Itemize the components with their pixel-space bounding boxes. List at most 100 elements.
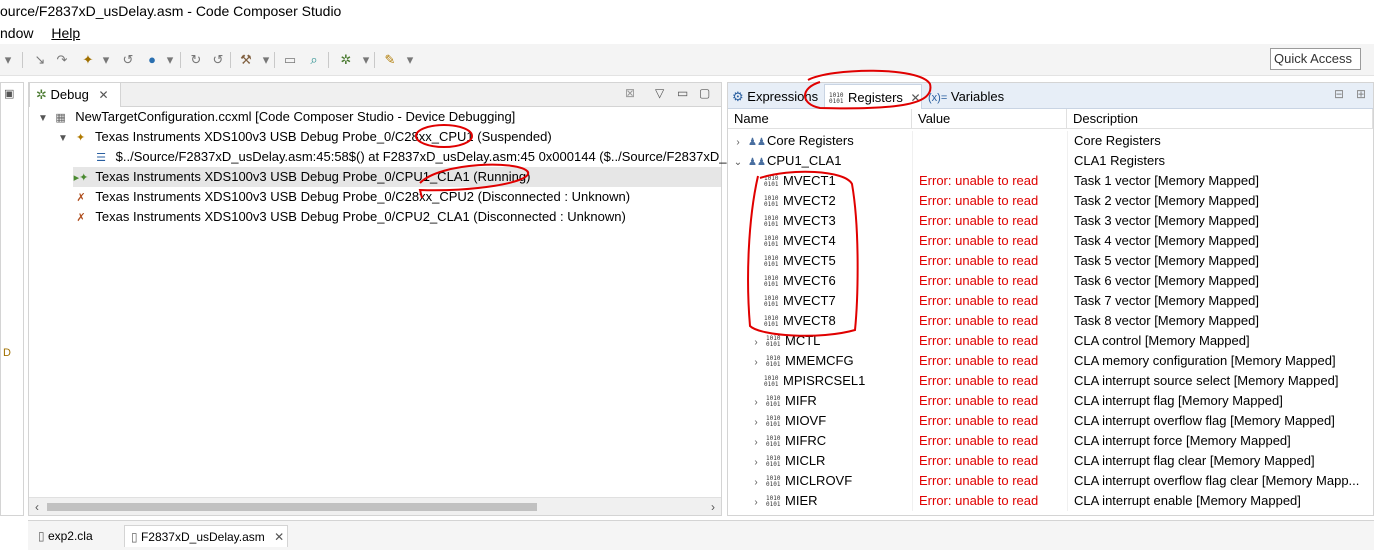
scroll-left-icon[interactable]: ‹ (29, 498, 45, 516)
step-into-icon[interactable]: ↘ (32, 52, 48, 68)
register-value[interactable] (912, 151, 1067, 171)
editor-tab-usdelay[interactable]: ▯ F2837xD_usDelay.asm ✕ (124, 525, 288, 547)
register-row[interactable]: 1010 0101 MPISRCSEL1 Error: unable to read C… (728, 371, 1373, 391)
expand-icon[interactable]: › (750, 433, 762, 451)
register-value[interactable]: Error: unable to read (912, 231, 1067, 251)
column-header-description[interactable]: Description (1067, 109, 1373, 129)
toolbar-dropdown-icon[interactable]: ▾ (0, 52, 16, 68)
register-row[interactable]: 1010 0101 MVECT4 Error: unable to read Task … (728, 231, 1373, 251)
register-value[interactable]: Error: unable to read (912, 491, 1067, 511)
load-program-icon[interactable]: ● (144, 52, 160, 68)
register-value[interactable]: Error: unable to read (912, 311, 1067, 331)
tab-debug[interactable]: ✲ Debug ✕ (29, 83, 121, 107)
register-row[interactable]: 1010 0101 MVECT8 Error: unable to read Task … (728, 311, 1373, 331)
register-row[interactable]: › 1010 0101 MIER Error: unable to read CLA in… (728, 491, 1373, 511)
close-icon[interactable]: ✕ (911, 91, 921, 105)
search-icon[interactable]: ⌕ (306, 52, 322, 68)
flash-icon[interactable]: ✎ (382, 52, 398, 68)
minimize-icon[interactable]: ▭ (677, 86, 688, 100)
tree-row-cla1[interactable]: ▸✦ Texas Instruments XDS100v3 USB Debug … (73, 167, 721, 187)
scrollbar-thumb[interactable] (47, 503, 537, 511)
tree-row-cpu2[interactable]: ✗ Texas Instruments XDS100v3 USB Debug P… (73, 187, 630, 207)
close-icon[interactable]: ✕ (274, 530, 284, 544)
expand-icon[interactable]: › (750, 393, 762, 411)
tree-row-cpu1[interactable]: ▼ ✦ Texas Instruments XDS100v3 USB Debug… (57, 127, 552, 147)
register-row[interactable]: 1010 0101 MVECT1 Error: unable to read Task … (728, 171, 1373, 191)
tab-expressions[interactable]: ⚙ Expressions (728, 84, 822, 109)
register-value[interactable]: Error: unable to read (912, 211, 1067, 231)
step-over-icon[interactable]: ↷ (54, 52, 70, 68)
expand-icon[interactable]: › (732, 133, 744, 151)
register-row[interactable]: 1010 0101 MVECT3 Error: unable to read Task … (728, 211, 1373, 231)
tab-registers[interactable]: 1010 0101 Registers ✕ (824, 84, 922, 109)
collapse-icon[interactable]: ▼ (57, 129, 69, 149)
expand-icon[interactable]: › (750, 493, 762, 511)
register-row[interactable]: › 1010 0101 MICLROVF Error: unable to read CL… (728, 471, 1373, 491)
register-value[interactable]: Error: unable to read (912, 191, 1067, 211)
tree-row-stack-frame[interactable]: ☰ $../Source/F2837xD_usDelay.asm:45:58$(… (93, 147, 750, 167)
view-menu-icon[interactable]: ▽ (655, 86, 664, 100)
connect-icon[interactable]: ✦ (80, 52, 96, 68)
expand-icon[interactable]: › (750, 473, 762, 491)
register-value[interactable]: Error: unable to read (912, 351, 1067, 371)
debug-bug-icon[interactable]: ✲ (338, 52, 354, 68)
register-row[interactable]: › ♟♟Core Registers Core Registers (728, 131, 1373, 151)
register-value[interactable]: Error: unable to read (912, 391, 1067, 411)
register-row[interactable]: › 1010 0101 MIFR Error: unable to read CLA in… (728, 391, 1373, 411)
register-row[interactable]: 1010 0101 MVECT2 Error: unable to read Task … (728, 191, 1373, 211)
register-value[interactable]: Error: unable to read (912, 171, 1067, 191)
register-row[interactable]: › 1010 0101 MIFRC Error: unable to read CLA i… (728, 431, 1373, 451)
horizontal-scrollbar[interactable]: ‹ › (29, 497, 721, 515)
collapse-icon[interactable]: ▼ (37, 109, 49, 129)
register-value[interactable]: Error: unable to read (912, 471, 1067, 491)
register-value[interactable]: Error: unable to read (912, 431, 1067, 451)
dropdown-icon[interactable]: ▾ (98, 52, 114, 68)
dropdown-icon-2[interactable]: ▾ (162, 52, 178, 68)
quick-access-field[interactable]: Quick Access (1270, 48, 1361, 70)
tree-row-target-config[interactable]: ▼ ▦ NewTargetConfiguration.ccxml [Code C… (37, 107, 515, 127)
register-value[interactable] (912, 131, 1067, 151)
register-row[interactable]: 1010 0101 MVECT7 Error: unable to read Task … (728, 291, 1373, 311)
menu-help[interactable]: Help (51, 25, 80, 41)
register-row[interactable]: › 1010 0101 MCTL Error: unable to read CLA co… (728, 331, 1373, 351)
collapse-icon[interactable]: ⌄ (732, 153, 744, 171)
tree-row-cpu2-cla1[interactable]: ✗ Texas Instruments XDS100v3 USB Debug P… (73, 207, 625, 227)
reset-icon[interactable]: ↺ (120, 52, 136, 68)
open-perspective-icon[interactable]: ▭ (282, 52, 298, 68)
suspend-icon[interactable]: ↺ (210, 52, 226, 68)
tab-variables[interactable]: (x)= Variables (924, 84, 1014, 109)
column-header-name[interactable]: Name (728, 109, 912, 129)
register-value[interactable]: Error: unable to read (912, 451, 1067, 471)
register-row[interactable]: 1010 0101 MVECT6 Error: unable to read Task … (728, 271, 1373, 291)
dropdown-icon-4[interactable]: ▾ (358, 52, 374, 68)
register-value[interactable]: Error: unable to read (912, 251, 1067, 271)
collapse-all-icon[interactable]: ⊟ (1334, 87, 1344, 101)
register-value[interactable]: Error: unable to read (912, 271, 1067, 291)
dropdown-icon-5[interactable]: ▾ (402, 52, 418, 68)
register-row[interactable]: › 1010 0101 MIOVF Error: unable to read CLA i… (728, 411, 1373, 431)
close-icon[interactable]: ✕ (98, 88, 108, 102)
register-row[interactable]: ⌄ ♟♟CPU1_CLA1 CLA1 Registers (728, 151, 1373, 171)
register-value[interactable]: Error: unable to read (912, 371, 1067, 391)
menu-window[interactable]: ndow (0, 25, 33, 41)
expand-icon[interactable]: › (750, 453, 762, 471)
view-menu-icon[interactable]: ⊞ (1356, 87, 1366, 101)
maximize-icon[interactable]: ▢ (699, 86, 710, 100)
dropdown-icon-3[interactable]: ▾ (258, 52, 274, 68)
expand-icon[interactable]: › (750, 413, 762, 431)
expand-icon[interactable]: › (750, 333, 762, 351)
restore-icon[interactable]: ▣ (4, 87, 14, 100)
column-header-value[interactable]: Value (912, 109, 1067, 129)
register-row[interactable]: 1010 0101 MVECT5 Error: unable to read Task … (728, 251, 1373, 271)
register-row[interactable]: › 1010 0101 MMEMCFG Error: unable to read CLA… (728, 351, 1373, 371)
register-value[interactable]: Error: unable to read (912, 411, 1067, 431)
resume-icon[interactable]: ↻ (188, 52, 204, 68)
register-value[interactable]: Error: unable to read (912, 331, 1067, 351)
remove-terminated-icon[interactable]: ⊠ (625, 86, 635, 100)
editor-tab-exp2[interactable]: ▯ exp2.cla (32, 525, 116, 547)
register-row[interactable]: › 1010 0101 MICLR Error: unable to read CLA i… (728, 451, 1373, 471)
register-value[interactable]: Error: unable to read (912, 291, 1067, 311)
scroll-right-icon[interactable]: › (705, 498, 721, 516)
expand-icon[interactable]: › (750, 353, 762, 371)
build-icon[interactable]: ⚒ (238, 52, 254, 68)
